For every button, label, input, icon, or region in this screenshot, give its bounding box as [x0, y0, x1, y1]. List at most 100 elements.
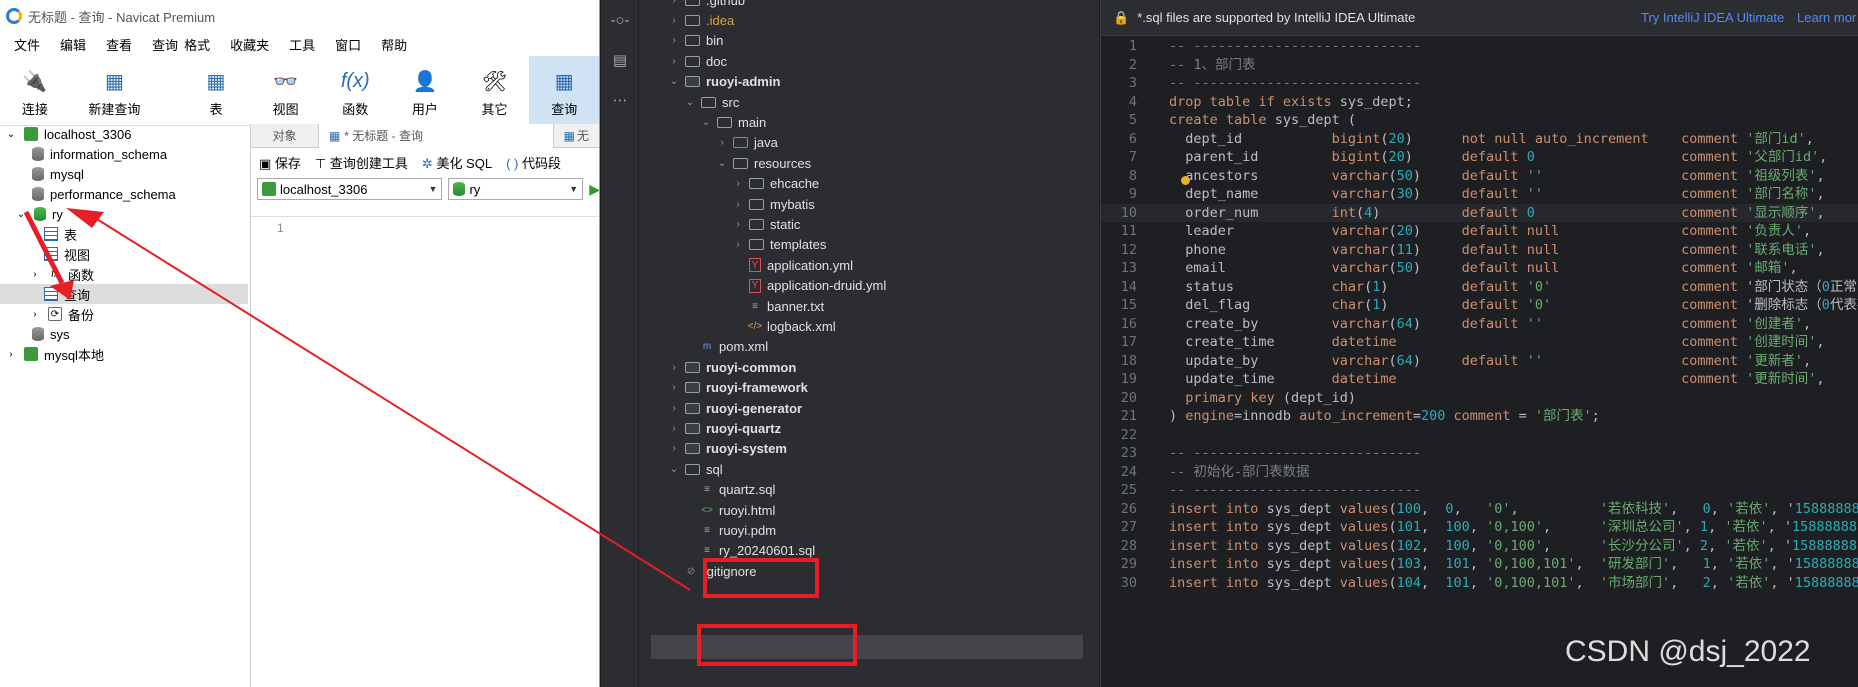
chevron-right-icon[interactable]: › — [669, 35, 679, 46]
chevron-right-icon[interactable]: › — [733, 219, 743, 230]
tree-localhost[interactable]: ⌄ localhost_3306 — [4, 124, 248, 144]
tree-ry-backup[interactable]: › ⟳ 备份 — [28, 304, 248, 324]
tab-query[interactable]: ▦ * 无标题 - 查询 — [318, 123, 554, 148]
code-line[interactable]: 6 dept_id bigint(20) not null auto_incre… — [1101, 130, 1858, 149]
beautify-sql-button[interactable]: ✲ 美化 SQL — [422, 153, 492, 172]
code-line[interactable]: 15 del_flag char(1) default '0' comment … — [1101, 296, 1858, 315]
database-select[interactable]: ry ▼ — [448, 178, 584, 200]
chevron-down-icon[interactable]: ⌄ — [701, 117, 711, 128]
menu-format[interactable]: 格式 — [174, 35, 220, 54]
tab-more[interactable]: ▦ 无 — [554, 123, 599, 148]
code-line[interactable]: 17 create_time datetime comment '创建时间', — [1101, 333, 1858, 352]
table-button[interactable]: ▦ 表 — [181, 56, 251, 124]
chevron-right-icon[interactable]: › — [669, 423, 679, 434]
code-line[interactable]: 16 create_by varchar(64) default '' comm… — [1101, 315, 1858, 334]
menu-favorites[interactable]: 收藏夹 — [220, 35, 279, 54]
chevron-right-icon[interactable]: › — [4, 347, 18, 361]
code-line[interactable]: 8 ancestors varchar(50) default '' comme… — [1101, 167, 1858, 186]
chevron-down-icon[interactable]: ⌄ — [669, 464, 679, 475]
menu-help[interactable]: 帮助 — [371, 35, 417, 54]
chevron-right-icon[interactable]: › — [733, 199, 743, 210]
other-button[interactable]: 🛠 其它 — [460, 56, 530, 124]
tree-ry-view[interactable]: 视图 — [44, 244, 248, 264]
tree-ry-function[interactable]: › fx 函数 — [28, 264, 248, 284]
query-builder-button[interactable]: ⊤ 查询创建工具 — [315, 153, 408, 172]
tree-ry-query[interactable]: 查询 — [0, 284, 248, 304]
structure-icon[interactable]: ▤ — [601, 40, 639, 80]
commit-icon[interactable]: -○- — [601, 0, 639, 40]
user-button[interactable]: 👤 用户 — [390, 56, 460, 124]
code-line[interactable]: 27 insert into sys_dept values(101, 100, … — [1101, 518, 1858, 537]
query-button[interactable]: ▦ 查询 — [529, 56, 599, 124]
tab-objects[interactable]: 对象 — [251, 123, 319, 148]
chevron-down-icon[interactable]: ⌄ — [717, 158, 727, 169]
chevron-right-icon[interactable]: › — [733, 239, 743, 250]
new-query-button[interactable]: ▦ 新建查询 — [70, 56, 160, 124]
code-line[interactable]: 5 create table sys_dept ( — [1101, 111, 1858, 130]
code-line[interactable]: 19 update_time datetime comment '更新时间', — [1101, 370, 1858, 389]
chevron-right-icon[interactable]: › — [669, 362, 679, 373]
connect-button[interactable]: 🔌 连接 — [0, 56, 70, 124]
chevron-down-icon[interactable]: ⌄ — [669, 76, 679, 87]
chevron-right-icon[interactable]: › — [669, 382, 679, 393]
code-line[interactable]: 3 -- ---------------------------- — [1101, 74, 1858, 93]
menu-tools[interactable]: 工具 — [279, 35, 325, 54]
code-line[interactable]: 23 -- ---------------------------- — [1101, 444, 1858, 463]
menu-file[interactable]: 文件 — [4, 35, 50, 54]
menu-view[interactable]: 查看 — [96, 35, 142, 54]
code-line[interactable]: 29 insert into sys_dept values(103, 101, … — [1101, 555, 1858, 574]
run-icon[interactable]: ▶ — [589, 181, 599, 198]
chevron-right-icon[interactable]: › — [28, 307, 42, 321]
chevron-right-icon[interactable]: › — [669, 0, 679, 6]
chevron-right-icon[interactable]: › — [669, 403, 679, 414]
more-icon[interactable]: ⋯ — [601, 80, 639, 120]
chevron-down-icon[interactable]: ⌄ — [14, 207, 28, 221]
code-line[interactable]: 30 insert into sys_dept values(104, 101, … — [1101, 574, 1858, 593]
code-line[interactable]: 14 status char(1) default '0' comment '部… — [1101, 278, 1858, 297]
function-button[interactable]: f(x) 函数 — [320, 56, 390, 124]
code-line[interactable]: 2 -- 1、部门表 — [1101, 56, 1858, 75]
tree-information-schema[interactable]: information_schema — [32, 144, 248, 164]
code-line[interactable]: 7 parent_id bigint(20) default 0 comment… — [1101, 148, 1858, 167]
chevron-down-icon[interactable]: ⌄ — [4, 127, 18, 141]
code-line[interactable]: 10 order_num int(4) default 0 comment '显… — [1101, 203, 1858, 222]
code-line[interactable]: 28 insert into sys_dept values(102, 100, … — [1101, 537, 1858, 556]
try-ultimate-link[interactable]: Try IntelliJ IDEA Ultimate — [1641, 10, 1784, 25]
tree-mysql-local[interactable]: › mysql本地 — [4, 344, 248, 364]
snippet-button[interactable]: ( ) 代码段 — [506, 153, 561, 172]
learn-more-link[interactable]: Learn mor — [1797, 10, 1856, 25]
connection-select[interactable]: localhost_3306 ▼ — [257, 178, 443, 200]
menu-edit[interactable]: 编辑 — [50, 35, 96, 54]
chevron-right-icon[interactable]: › — [717, 137, 727, 148]
code-line[interactable]: 25 -- ---------------------------- — [1101, 481, 1858, 500]
code-line[interactable]: 12 phone varchar(11) default null commen… — [1101, 241, 1858, 260]
code-line[interactable]: 20 primary key (dept_id) — [1101, 389, 1858, 408]
sql-editor[interactable]: 1 — [251, 216, 599, 686]
chevron-down-icon[interactable]: ⌄ — [685, 97, 695, 108]
code-line[interactable]: 11 leader varchar(20) default null comme… — [1101, 222, 1858, 241]
bulb-icon[interactable] — [1181, 176, 1190, 185]
view-button[interactable]: 👓 视图 — [251, 56, 321, 124]
tree-sys[interactable]: sys — [32, 324, 248, 344]
code-line[interactable]: 4 drop table if exists sys_dept; — [1101, 93, 1858, 112]
chevron-right-icon[interactable]: › — [669, 56, 679, 67]
chevron-right-icon[interactable]: › — [28, 267, 42, 281]
tree-performance-schema[interactable]: performance_schema — [32, 184, 248, 204]
chevron-right-icon[interactable]: › — [669, 443, 679, 454]
tree-ry[interactable]: ⌄ ry — [14, 204, 248, 224]
code-line[interactable]: 9 dept_name varchar(30) default '' comme… — [1101, 185, 1858, 204]
menu-window[interactable]: 窗口 — [325, 35, 371, 54]
chevron-right-icon[interactable]: › — [733, 178, 743, 189]
code-line[interactable]: 1 -- ---------------------------- — [1101, 37, 1858, 56]
code-line[interactable]: 24 -- 初始化-部门表数据 — [1101, 463, 1858, 482]
code-line[interactable]: 22 — [1101, 426, 1858, 445]
code-line[interactable]: 18 update_by varchar(64) default '' comm… — [1101, 352, 1858, 371]
code-line[interactable]: 13 email varchar(50) default null commen… — [1101, 259, 1858, 278]
chevron-right-icon[interactable]: › — [669, 15, 679, 26]
code-line[interactable]: 26 insert into sys_dept values(100, 0, '0… — [1101, 500, 1858, 519]
tree-ry-table[interactable]: 表 — [44, 224, 248, 244]
save-button[interactable]: ▣ 保存 — [259, 153, 301, 172]
code-area[interactable]: 1 -- ---------------------------- 2 -- 1、部门… — [1101, 37, 1858, 687]
code-line[interactable]: 21) engine=innodb auto_increment=200 com… — [1101, 407, 1858, 426]
tree-mysql[interactable]: mysql — [32, 164, 248, 184]
